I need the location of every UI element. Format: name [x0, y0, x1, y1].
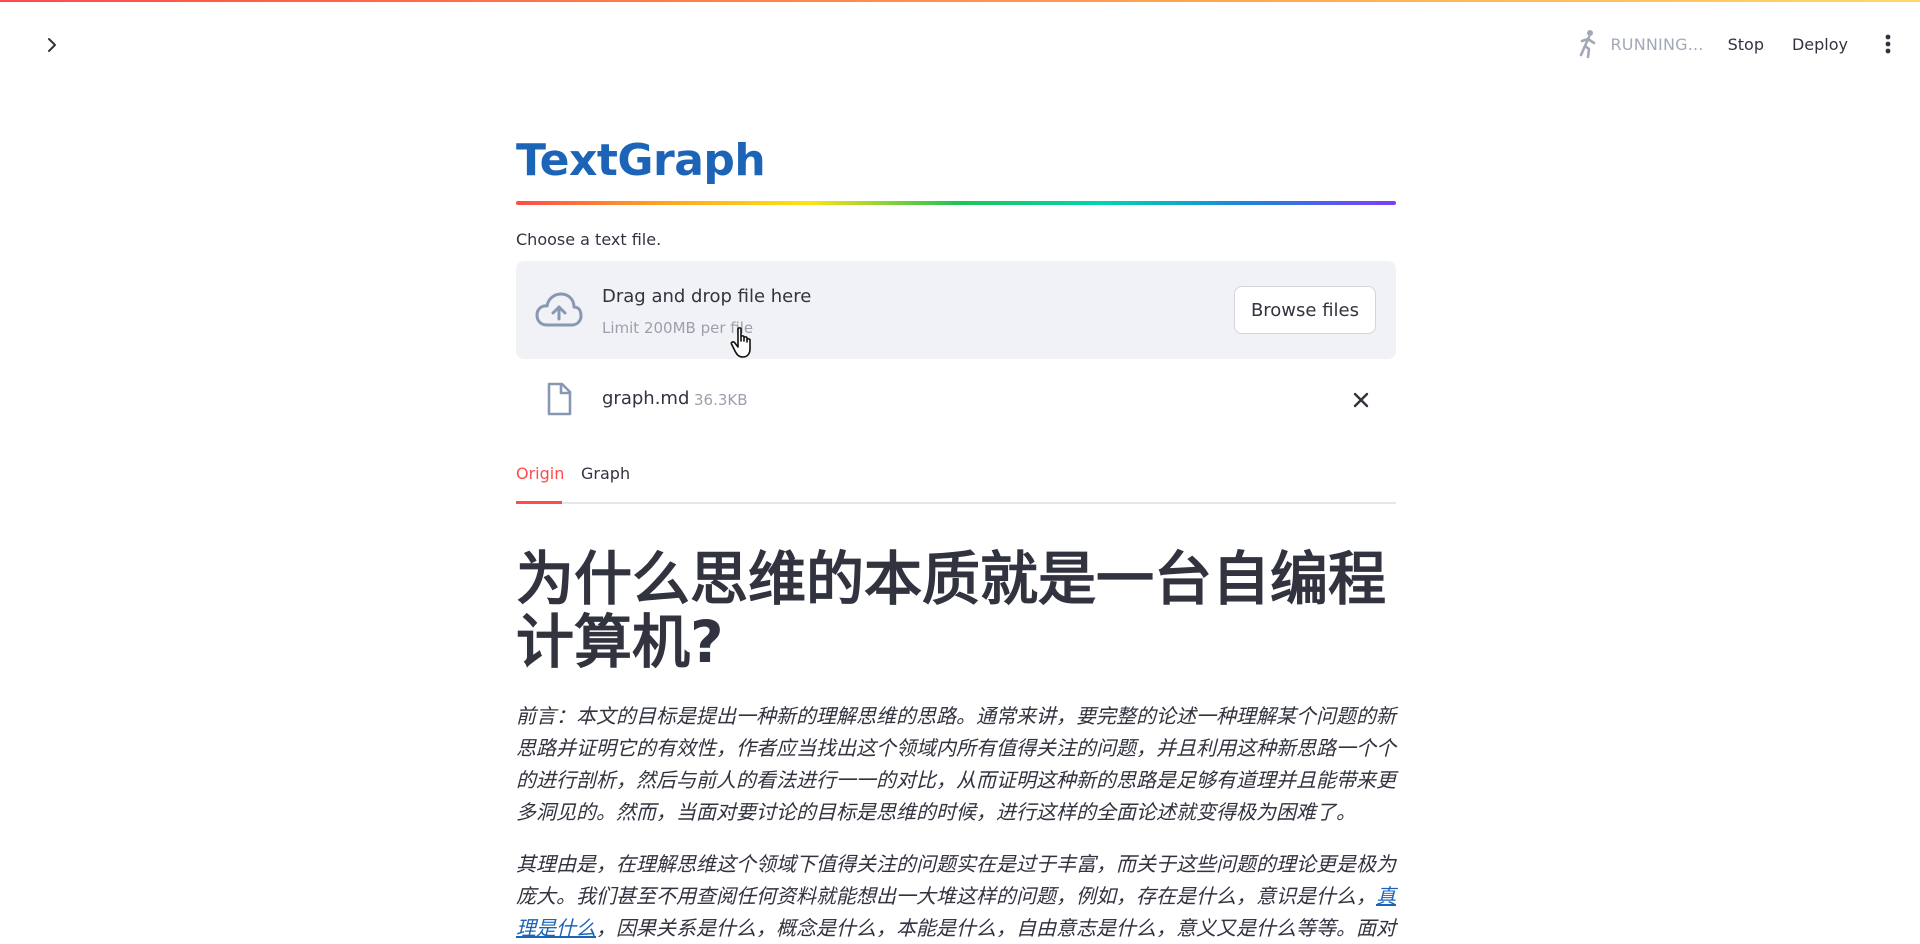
document-paragraph: 前言：本文的目标是提出一种新的理解思维的思路。通常来讲，要完整的论述一种理解某个… — [516, 704, 1396, 824]
file-name: graph.md — [602, 388, 690, 409]
page-title: TextGraph — [516, 135, 766, 186]
paragraph-text: 其理由是，在理解思维这个领域下值得关注的问题实在是过于丰富，而关于这些问题的理论… — [516, 852, 1396, 908]
hand-pointer-icon — [730, 327, 751, 358]
paragraph-text: ，因果关系是什么，概念是什么，本能是什么，自由意志是什么，意义又是什么等等。面对 — [596, 916, 1396, 940]
uploader-label: Choose a text file. — [516, 230, 662, 249]
more-vertical-icon — [1885, 34, 1891, 54]
tab-bar: Origin Graph — [516, 460, 1396, 504]
deploy-button[interactable]: Deploy — [1792, 35, 1848, 54]
close-icon — [1353, 392, 1369, 408]
file-size: 36.3KB — [694, 391, 748, 409]
browse-files-button[interactable]: Browse files — [1233, 286, 1376, 334]
uploaded-file-item: graph.md 36.3KB — [516, 380, 1396, 420]
tab-origin[interactable]: Origin — [516, 464, 564, 483]
active-tab-indicator — [516, 501, 562, 504]
file-dropzone[interactable]: Drag and drop file here Limit 200MB per … — [516, 261, 1396, 359]
main-menu-button[interactable] — [1876, 29, 1900, 59]
chevron-right-icon — [48, 38, 56, 52]
toolbar: RUNNING... Stop Deploy — [1576, 0, 1920, 88]
sidebar-expand-button[interactable] — [38, 31, 66, 59]
dropzone-title: Drag and drop file here — [602, 286, 812, 307]
document-heading: 为什么思维的本质就是一台自编程计算机? — [516, 545, 1387, 676]
running-man-icon — [1580, 30, 1596, 59]
running-status-text: RUNNING... — [1610, 34, 1704, 54]
cloud-upload-icon — [535, 292, 583, 327]
remove-file-button[interactable] — [1348, 387, 1374, 413]
running-status: RUNNING... — [1576, 29, 1703, 59]
tab-graph[interactable]: Graph — [581, 464, 630, 483]
stop-button[interactable]: Stop — [1728, 35, 1764, 54]
title-divider — [516, 201, 1396, 205]
file-icon — [547, 382, 572, 416]
